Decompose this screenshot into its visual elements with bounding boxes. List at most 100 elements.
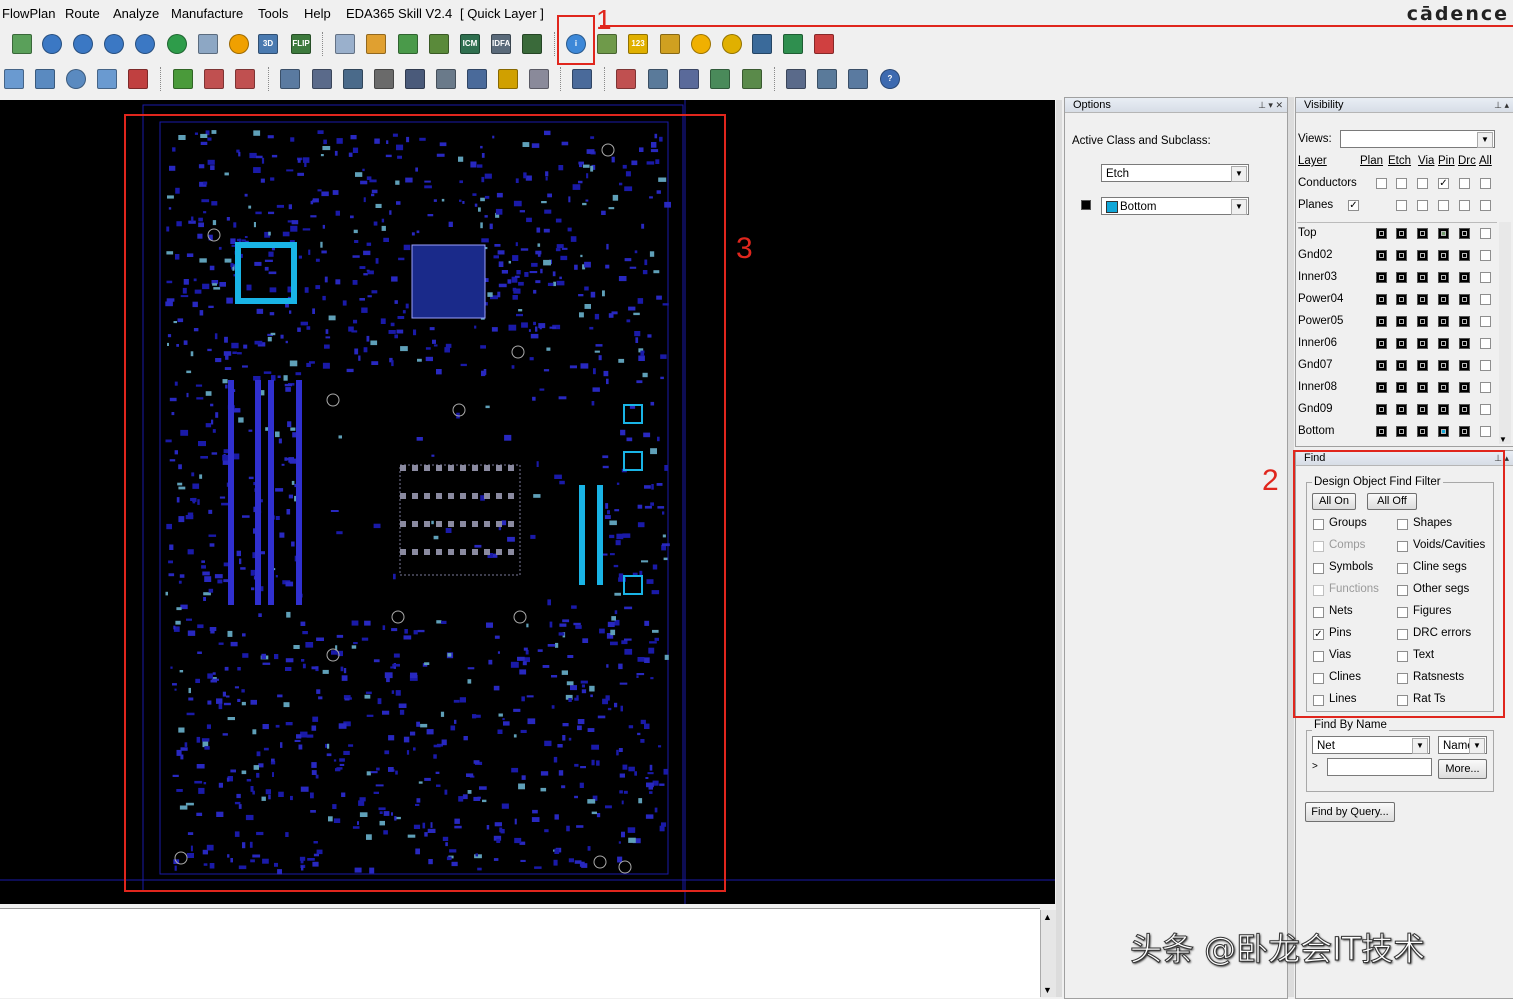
zoom-world-button[interactable] <box>133 32 157 56</box>
measure-distance-button[interactable] <box>233 67 257 91</box>
menu-route[interactable]: Route <box>65 6 100 21</box>
dots-button[interactable] <box>527 67 551 91</box>
layer-color-toggle[interactable] <box>1396 228 1407 239</box>
zoom-out-button[interactable] <box>102 32 126 56</box>
visibility-checkbox[interactable] <box>1480 200 1491 211</box>
shape-select-button[interactable] <box>2 67 26 91</box>
shape-add-button[interactable] <box>614 67 638 91</box>
visibility-checkbox[interactable] <box>1396 200 1407 211</box>
menu-analyze[interactable]: Analyze <box>113 6 159 21</box>
layer-color-toggle[interactable] <box>1438 272 1449 283</box>
route-button[interactable] <box>570 67 594 91</box>
stack-button[interactable] <box>427 32 451 56</box>
layer-color-toggle[interactable] <box>1396 426 1407 437</box>
via-button[interactable] <box>677 67 701 91</box>
component-button[interactable] <box>171 67 195 91</box>
db-check-button[interactable] <box>278 67 302 91</box>
idfa-button[interactable]: IDFA <box>489 32 513 56</box>
visibility-col-header[interactable]: Drc <box>1458 155 1476 167</box>
highlight-button[interactable] <box>658 32 682 56</box>
layer-color-toggle[interactable] <box>1417 272 1428 283</box>
menu-tools[interactable]: Tools <box>258 6 288 21</box>
chip-button[interactable] <box>465 67 489 91</box>
visibility-checkbox[interactable] <box>1459 178 1470 189</box>
visibility-col-header[interactable]: Pin <box>1438 155 1455 167</box>
layer-color-toggle[interactable] <box>1376 294 1387 305</box>
layer-color-toggle[interactable] <box>1417 360 1428 371</box>
layer-color-toggle[interactable] <box>1459 250 1470 261</box>
command-console[interactable] <box>0 908 1040 998</box>
layer-color-toggle[interactable] <box>1417 404 1428 415</box>
layer-color-toggle[interactable] <box>1459 294 1470 305</box>
layer-color-toggle[interactable] <box>1438 360 1449 371</box>
cline-button[interactable] <box>646 67 670 91</box>
layer-color-toggle[interactable] <box>1376 228 1387 239</box>
layer-color-toggle[interactable] <box>1417 338 1428 349</box>
class-select[interactable]: Etch ▼ <box>1101 164 1249 182</box>
color-button[interactable] <box>364 32 388 56</box>
3d-view-button[interactable]: 3D <box>256 32 280 56</box>
layer-color-toggle[interactable] <box>1417 228 1428 239</box>
layer-color-toggle[interactable] <box>1376 250 1387 261</box>
menu-manufacture[interactable]: Manufacture <box>171 6 243 21</box>
rect-button[interactable] <box>33 67 57 91</box>
library-button[interactable] <box>310 67 334 91</box>
visibility-checkbox[interactable] <box>1376 178 1387 189</box>
layer-color-toggle[interactable] <box>1396 338 1407 349</box>
layer-color-toggle[interactable] <box>1459 228 1470 239</box>
find-type-select[interactable]: Net ▼ <box>1312 736 1430 754</box>
layer-color-toggle[interactable] <box>1480 338 1491 349</box>
visibility-checkbox[interactable] <box>1438 200 1449 211</box>
menu-eda365-skill[interactable]: EDA365 Skill V2.4 <box>346 6 452 21</box>
layer-color-toggle[interactable] <box>1417 382 1428 393</box>
layer-color-toggle[interactable] <box>1417 250 1428 261</box>
menu-flowplan[interactable]: FlowPlan <box>2 6 55 21</box>
more-button[interactable]: More... <box>1438 759 1487 779</box>
hourglass-button[interactable] <box>781 32 805 56</box>
options-panel-buttons[interactable]: ⊥ ▾ ✕ <box>1258 98 1283 112</box>
layer-color-toggle[interactable] <box>1480 228 1491 239</box>
layer-color-toggle[interactable] <box>1459 404 1470 415</box>
layer-color-toggle[interactable] <box>1480 294 1491 305</box>
layer-color-toggle[interactable] <box>1459 382 1470 393</box>
layer-color-toggle[interactable] <box>1417 426 1428 437</box>
visibility-col-header[interactable]: All <box>1479 155 1492 167</box>
layer-color-toggle[interactable] <box>1376 404 1387 415</box>
copy-button[interactable] <box>784 67 808 91</box>
zoom-prev-button[interactable] <box>165 32 189 56</box>
layer-color-toggle[interactable] <box>1480 382 1491 393</box>
zoom-in-button[interactable] <box>71 32 95 56</box>
layer-color-toggle[interactable] <box>1480 316 1491 327</box>
refresh-button[interactable] <box>227 32 251 56</box>
doc-button[interactable] <box>434 67 458 91</box>
visibility-col-header[interactable]: Layer <box>1298 155 1327 167</box>
clear-button[interactable] <box>812 32 836 56</box>
layers-button[interactable] <box>396 32 420 56</box>
layer-color-toggle[interactable] <box>1480 404 1491 415</box>
dehighlight-button[interactable] <box>720 32 744 56</box>
icm-button[interactable]: ICM <box>458 32 482 56</box>
splitter[interactable] <box>1056 100 1062 997</box>
visibility-scrollbar[interactable]: ▼ <box>1499 222 1511 444</box>
bars-button[interactable] <box>750 32 774 56</box>
views-select[interactable]: ▼ <box>1340 130 1495 148</box>
script-button[interactable] <box>341 67 365 91</box>
grid-button[interactable] <box>333 32 357 56</box>
layer-color-toggle[interactable] <box>1376 338 1387 349</box>
layer-color-toggle[interactable] <box>1459 426 1470 437</box>
sun-button[interactable] <box>689 32 713 56</box>
dimension-button[interactable] <box>202 67 226 91</box>
layer-color-toggle[interactable] <box>1480 426 1491 437</box>
layer-color-toggle[interactable] <box>1459 338 1470 349</box>
key-button[interactable] <box>496 67 520 91</box>
scroll-down-icon[interactable]: ▼ <box>1043 985 1052 995</box>
layer-color-toggle[interactable] <box>1376 360 1387 371</box>
visibility-col-header[interactable]: Plan <box>1360 155 1383 167</box>
visibility-checkbox[interactable] <box>1417 178 1428 189</box>
layer-color-toggle[interactable] <box>1438 294 1449 305</box>
layer-color-toggle[interactable] <box>1376 316 1387 327</box>
grid-view-button[interactable] <box>10 32 34 56</box>
layer-color-toggle[interactable] <box>1417 316 1428 327</box>
visibility-checkbox[interactable]: ✓ <box>1348 200 1359 211</box>
layer-color-toggle[interactable] <box>1459 316 1470 327</box>
